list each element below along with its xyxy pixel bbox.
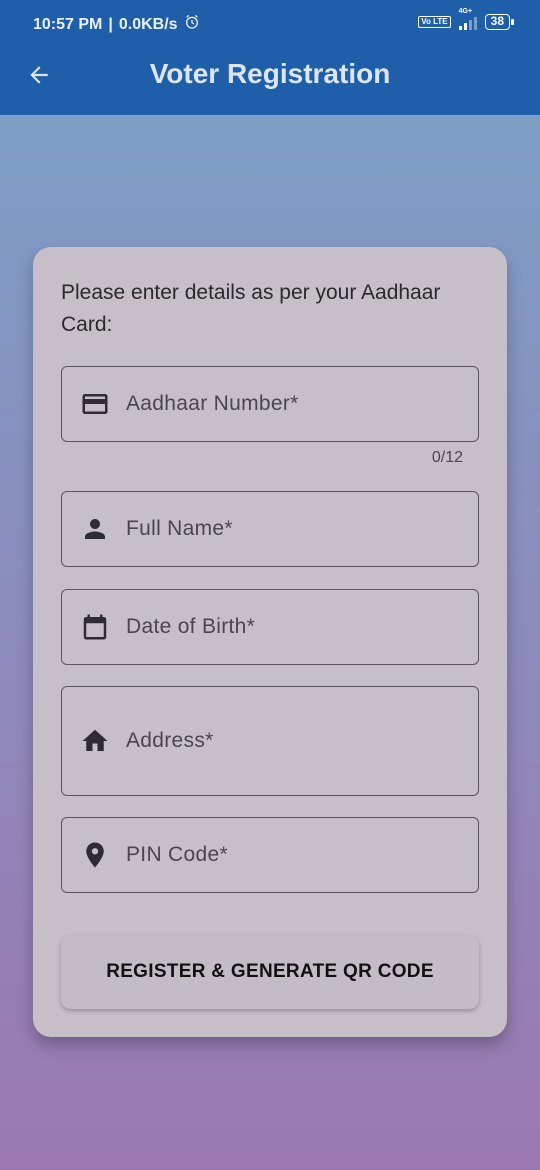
status-right: Vo LTE 4G+ 38 [418,8,515,30]
date-of-birth-field[interactable]: Date of Birth* [61,589,479,665]
network-type: 4G+ [458,8,473,15]
status-time: 10:57 PM [33,15,103,33]
address-field[interactable]: Address* [61,686,479,796]
battery-level: 38 [490,14,504,28]
address-label: Address* [126,729,214,752]
aadhaar-number-field[interactable]: Aadhaar Number* [61,366,479,442]
credit-card-icon [62,389,126,419]
person-icon [62,514,126,544]
aadhaar-number-label: Aadhaar Number* [126,392,299,415]
app-bar: Voter Registration [0,48,540,115]
status-bar: 10:57 PM | 0.0KB/s Vo LTE 4G+ 38 [0,0,540,48]
date-of-birth-label: Date of Birth* [126,615,256,638]
status-speed: 0.0KB/s [118,15,178,33]
pin-code-label: PIN Code* [126,843,228,866]
register-generate-qr-button[interactable]: REGISTER & GENERATE QR CODE [61,935,479,1009]
battery-icon: 38 [484,14,515,30]
pin-code-field[interactable]: PIN Code* [61,817,479,893]
status-left: 10:57 PM | 0.0KB/s [33,14,200,35]
aadhaar-character-counter: 0/12 [431,449,463,466]
register-button-label: REGISTER & GENERATE QR CODE [106,961,434,982]
signal-icon: 4G+ [458,8,477,30]
registration-card: Please enter details as per your Aadhaar… [33,247,507,1037]
home-icon [62,726,126,756]
alarm-icon [184,14,200,35]
page-title: Voter Registration [149,58,391,89]
top-app-area: 10:57 PM | 0.0KB/s Vo LTE 4G+ 38 Voter R… [0,0,540,115]
volte-icon: Vo LTE [418,16,451,28]
full-name-field[interactable]: Full Name* [61,491,479,567]
location-pin-icon [62,840,126,870]
form-instructions: Please enter details as per your Aadhaar… [61,281,441,336]
status-separator: | [108,15,113,33]
full-name-label: Full Name* [126,517,233,540]
calendar-icon [62,612,126,642]
